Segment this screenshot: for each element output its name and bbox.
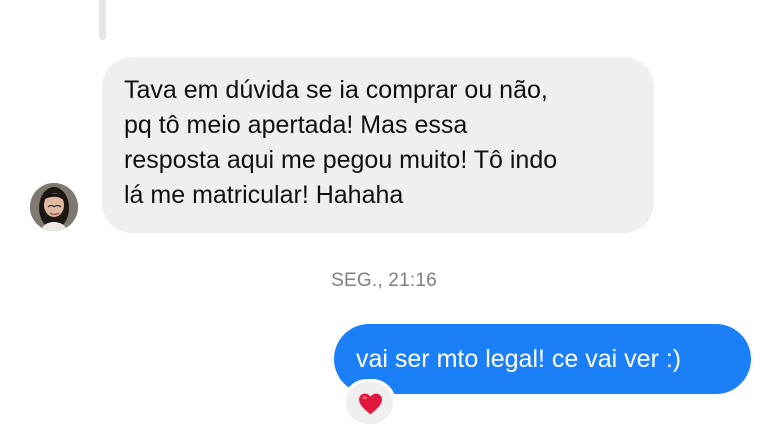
outgoing-message-bubble[interactable]: vai ser mto legal! ce vai ver :) (334, 324, 751, 394)
message-reaction[interactable] (343, 379, 396, 427)
incoming-message-bubble[interactable]: Tava em dúvida se ia comprar ou não, pq … (102, 57, 654, 233)
sender-avatar[interactable] (30, 183, 78, 231)
avatar-photo-icon (30, 183, 78, 231)
chat-thread: Tava em dúvida se ia comprar ou não, pq … (0, 0, 768, 440)
message-timestamp: SEG., 21:16 (331, 270, 437, 291)
reply-connector-line (99, 0, 106, 40)
heart-icon (359, 393, 382, 415)
